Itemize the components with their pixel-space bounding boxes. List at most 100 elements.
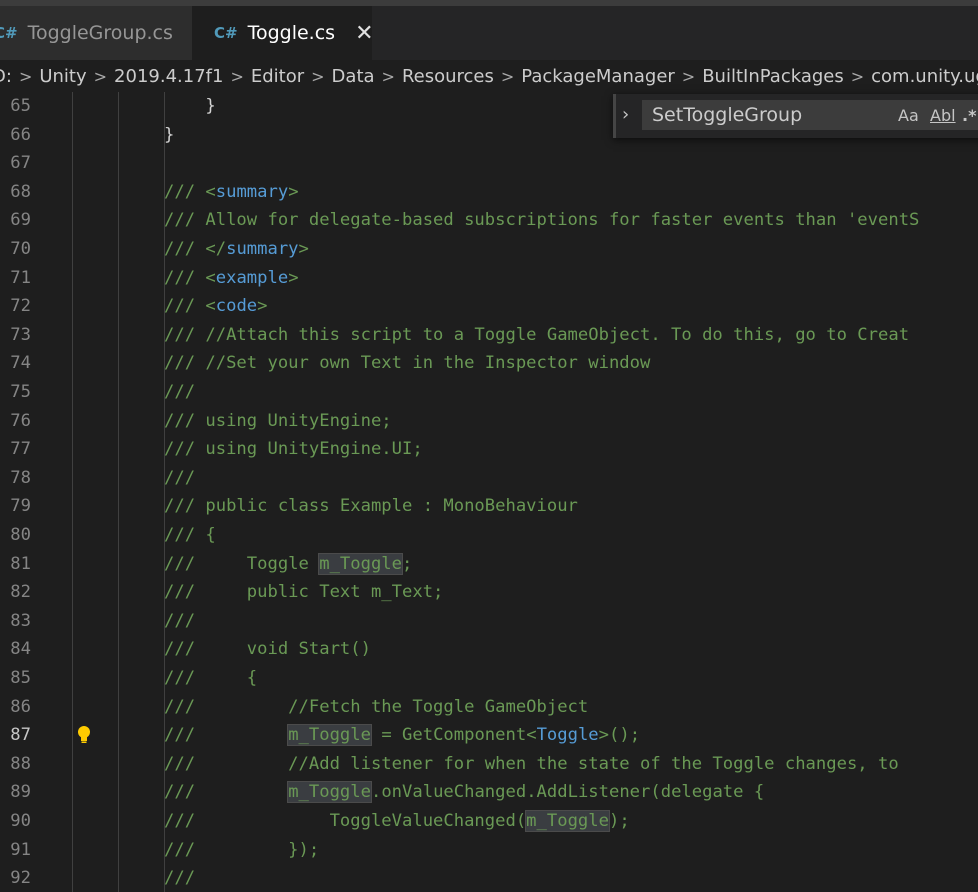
regex-icon[interactable]: .*: [962, 106, 976, 125]
breadcrumb-separator: >: [681, 66, 696, 86]
breadcrumb-item[interactable]: com.unity.ugui: [871, 66, 978, 87]
code-segment: );: [608, 811, 630, 831]
match-case-icon[interactable]: Aa: [898, 106, 919, 125]
code-line: 82 /// public Text m_Text;: [0, 578, 978, 607]
code-text: /// //Fetch the Toggle GameObject: [164, 693, 588, 722]
code-text: /// {: [164, 521, 216, 550]
line-number: 82: [10, 582, 31, 603]
breadcrumb-item[interactable]: Resources: [402, 66, 494, 87]
breadcrumb-item[interactable]: PackageManager: [521, 66, 675, 87]
code-text: /// </summary>: [164, 235, 309, 264]
line-number: 87: [10, 725, 31, 746]
xml-tag-name: example: [215, 267, 289, 288]
line-number: 84: [10, 639, 31, 660]
whole-word-icon[interactable]: Abl: [930, 106, 956, 125]
csharp-file-icon: C#: [214, 24, 238, 42]
code-segment: }: [164, 124, 175, 145]
line-number: 79: [10, 496, 31, 517]
code-line: 92 ///: [0, 864, 978, 892]
code-line: 85 /// {: [0, 664, 978, 693]
code-line: 84 /// void Start(): [0, 635, 978, 664]
breadcrumb-item[interactable]: Editor: [251, 66, 304, 87]
line-number: 70: [10, 239, 31, 259]
code-text: /// <summary>: [164, 178, 299, 207]
line-number: 77: [10, 439, 31, 460]
line-number: 89: [10, 782, 31, 803]
line-number: 78: [10, 467, 31, 488]
line-number: 90: [10, 811, 31, 831]
code-line: 70 /// </summary>: [0, 235, 978, 264]
search-highlight: m_Toggle: [318, 552, 404, 575]
code-segment: /// <: [164, 267, 216, 288]
tab-toggle[interactable]: C# Toggle.cs ✕: [192, 6, 374, 60]
code-line: 90 /// ToggleValueChanged(m_Toggle);: [0, 807, 978, 836]
code-line: 71 /// <example>: [0, 264, 978, 293]
code-line: 73 /// //Attach this script to a Toggle G…: [0, 321, 978, 350]
breadcrumb-item[interactable]: Unity: [39, 66, 86, 87]
line-number: 76: [10, 410, 31, 431]
toggle-replace-chevron-icon[interactable]: ›: [622, 104, 629, 125]
breadcrumb-item[interactable]: Data: [332, 66, 375, 87]
code-segment: ///: [164, 782, 289, 803]
code-line: 68 /// <summary>: [0, 178, 978, 207]
tab-togglegroup[interactable]: C# ToggleGroup.cs: [0, 6, 192, 60]
code-text: /// public Text m_Text;: [164, 578, 443, 607]
line-number: 66: [10, 124, 31, 145]
xml-tag-name: summary: [215, 181, 289, 202]
code-editor[interactable]: 65 } 66} 67 68/// <summary> 69/// Allow for …: [0, 92, 978, 892]
breadcrumb-separator: >: [381, 66, 395, 86]
code-text: }: [164, 92, 216, 121]
code-segment: >: [288, 267, 299, 288]
code-segment: /// //Attach this script to a Toggle Gam…: [164, 324, 910, 345]
code-text: ///: [164, 464, 195, 493]
code-segment: /// <: [164, 296, 216, 317]
code-text: /// <example>: [164, 264, 299, 293]
code-text: ///: [164, 864, 195, 892]
code-text: ///: [164, 378, 195, 407]
code-text: ///: [164, 607, 195, 636]
code-line: 74 /// //Set your own Text in the Inspect…: [0, 349, 978, 378]
find-input[interactable]: SetToggleGroup: [642, 100, 978, 130]
line-number: 85: [10, 668, 31, 688]
code-segment: = GetComponent<: [370, 725, 537, 746]
code-segment: >();: [598, 725, 641, 746]
breadcrumb-separator: >: [850, 66, 865, 86]
code-line: 79 /// public class Example : MonoBehavio…: [0, 492, 978, 521]
breadcrumb-separator: >: [230, 66, 244, 86]
code-segment: /// public class Example : MonoBehaviour: [164, 496, 578, 517]
code-segment: /// <: [164, 181, 216, 202]
code-line: 72 /// <code>: [0, 292, 978, 321]
line-number: 75: [10, 382, 31, 402]
breadcrumb-item[interactable]: 2019.4.17f1: [114, 66, 223, 87]
line-number: 81: [10, 553, 31, 574]
xml-tag-name: code: [215, 296, 258, 317]
csharp-file-icon: C#: [0, 24, 18, 42]
code-line: 77 /// using UnityEngine.UI;: [0, 435, 978, 464]
breadcrumb-separator: >: [311, 66, 325, 86]
code-line: 87 /// m_Toggle = GetComponent<Toggle>();: [0, 721, 978, 750]
code-text: /// ToggleValueChanged(m_Toggle);: [164, 807, 630, 836]
line-number: 68: [10, 181, 31, 202]
code-segment: /// //Add listener for when the state of…: [164, 753, 899, 774]
code-text: /// using UnityEngine.UI;: [164, 435, 423, 464]
close-icon[interactable]: ✕: [355, 21, 373, 46]
tab-label: ToggleGroup.cs: [27, 22, 173, 44]
lightbulb-icon[interactable]: [76, 725, 92, 745]
code-segment: }: [164, 96, 216, 116]
code-segment: /// Allow for delegate-based subscriptio…: [164, 210, 920, 231]
code-segment: /// using UnityEngine.UI;: [164, 439, 423, 460]
code-segment: ///: [164, 610, 196, 631]
line-number: 88: [10, 753, 31, 774]
code-segment: /// ToggleValueChanged(: [164, 811, 527, 831]
line-number: 69: [10, 210, 31, 231]
line-number: 71: [10, 267, 31, 288]
breadcrumb-item[interactable]: BuiltInPackages: [702, 66, 844, 87]
code-segment: /// //Set your own Text in the Inspector…: [164, 353, 651, 374]
code-text: /// using UnityEngine;: [164, 407, 392, 436]
code-segment: /// {: [164, 525, 216, 545]
code-text: /// });: [164, 836, 319, 865]
breadcrumb-item[interactable]: D:: [0, 66, 12, 87]
code-segment: /// using UnityEngine;: [164, 410, 392, 431]
line-number: 73: [10, 324, 31, 345]
code-line: 86 /// //Fetch the Toggle GameObject: [0, 693, 978, 722]
